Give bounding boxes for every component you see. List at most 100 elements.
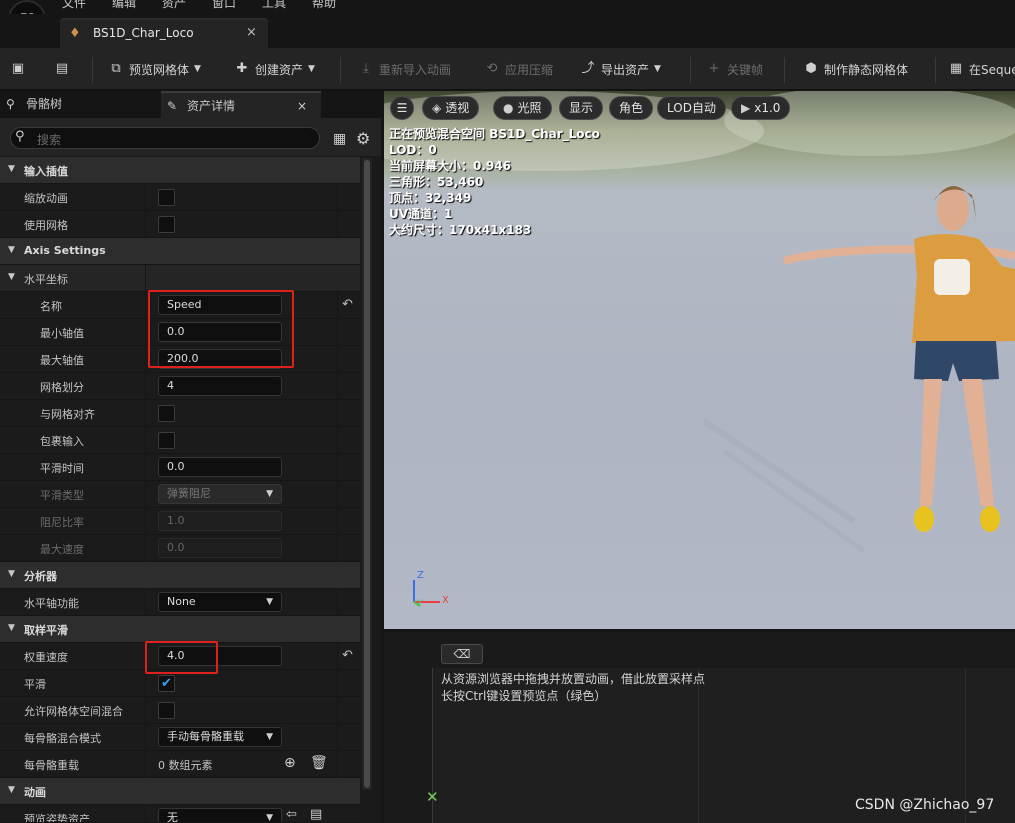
smoothing-time-input[interactable]: 0.0 (158, 457, 282, 477)
gear-icon[interactable]: ⚙ (356, 129, 370, 148)
menu-tools[interactable]: 工具 (262, 0, 286, 11)
property-row: 使用网格 (0, 211, 360, 238)
perspective-button[interactable]: ◈ 透视 (422, 96, 480, 120)
export-asset-button[interactable]: ⤴ 导出资产 ▼ (580, 58, 661, 80)
property-label: 与网格对齐 (40, 408, 95, 421)
lod-button[interactable]: LOD自动 (657, 96, 726, 120)
lighting-button[interactable]: ● 光照 (493, 96, 552, 120)
menu-file[interactable]: 文件 (62, 0, 86, 11)
back-button[interactable]: ⌫ (441, 644, 483, 664)
property-row: 平滑 ✔ (0, 670, 360, 697)
make-static-mesh-button[interactable]: ⬢ 制作静态网格体 (803, 58, 908, 80)
stat-line: UV通道：1 (389, 207, 453, 221)
add-element-icon[interactable]: ⊕ (284, 755, 296, 771)
category-input-interp[interactable]: ▼ 输入插值 (0, 157, 360, 184)
menu-window[interactable]: 窗口 (212, 0, 236, 11)
menu-help[interactable]: 帮助 (312, 0, 336, 11)
property-label: 使用网格 (24, 219, 68, 232)
reset-to-default-icon[interactable]: ↶ (342, 297, 353, 312)
static-mesh-icon: ⬢ (805, 61, 817, 76)
character-button[interactable]: 角色 (609, 96, 654, 120)
create-asset-button[interactable]: ✚ 创建资产 ▼ (234, 58, 315, 80)
reset-to-default-icon[interactable]: ↶ (342, 648, 353, 663)
property-row: 水平轴功能 None ▼ (0, 589, 360, 616)
viewport-menu-button[interactable]: ☰ (390, 96, 414, 120)
show-label: 显示 (569, 101, 594, 115)
grid-divisions-input[interactable]: 4 (158, 376, 282, 396)
create-asset-icon: ✚ (236, 61, 248, 76)
tab-asset-details[interactable]: ✎ 资产详情 × (161, 91, 321, 118)
category-sample-smoothing[interactable]: ▼ 取样平滑 (0, 616, 360, 643)
trash-icon[interactable]: 🗑 (310, 755, 328, 771)
dropdown-value: 无 (167, 811, 178, 823)
light-bulb-icon: ● (503, 101, 514, 115)
save-button[interactable]: ▣ (10, 58, 26, 80)
menu-edit[interactable]: 编辑 (112, 0, 136, 11)
chevron-down-icon: ▼ (266, 813, 273, 823)
stat-line: 顶点：32,349 (389, 191, 472, 205)
axis-z-label: Z (417, 570, 424, 581)
wrap-input-checkbox[interactable] (158, 432, 175, 449)
compress-icon: ⟲ (486, 61, 498, 76)
search-input[interactable]: ⚲ 搜索 (10, 127, 320, 149)
character-label: 角色 (619, 101, 644, 115)
damping-ratio-input[interactable]: 1.0 (158, 511, 282, 531)
max-speed-input[interactable]: 0.0 (158, 538, 282, 558)
viewport-stats: 正在预览混合空间 BS1D_Char_Loco LOD：0 当前屏幕大小：0.9… (389, 126, 600, 238)
close-tab-icon[interactable]: × (297, 93, 307, 120)
category-animation[interactable]: ▼ 动画 (0, 778, 360, 805)
property-label: 每骨骼混合模式 (24, 732, 101, 745)
table-view-icon[interactable]: ▦ (333, 131, 346, 147)
menu-asset[interactable]: 资产 (162, 0, 186, 11)
tab-skeleton-tree[interactable]: ⚲ 骨骼树 (0, 91, 158, 118)
category-axis-settings[interactable]: ▼ Axis Settings (0, 238, 360, 265)
scale-animation-checkbox[interactable] (158, 189, 175, 206)
blendspace-icon: ♦ (69, 26, 81, 41)
sample-point-icon[interactable]: ✕ (426, 788, 439, 806)
sequencer-button[interactable]: ▦ 在Seque (948, 58, 1015, 80)
search-icon: ⚲ (15, 129, 25, 144)
chevron-down-icon: ▼ (266, 489, 273, 499)
smoothing-checkbox[interactable]: ✔ (158, 675, 175, 692)
preview-mesh-label: 预览网格体 (129, 62, 190, 77)
scrollbar-thumb[interactable] (364, 160, 370, 788)
collapse-arrow-icon: ▼ (8, 623, 15, 633)
allow-mesh-space-blend-checkbox[interactable] (158, 702, 175, 719)
document-tab[interactable]: ♦ BS1D_Char_Loco × (60, 18, 268, 48)
document-tab-title: BS1D_Char_Loco (93, 26, 194, 40)
toolbar-divider (690, 57, 691, 83)
per-bone-blend-mode-dropdown[interactable]: 手动每骨骼重载 ▼ (158, 727, 282, 747)
axis-y-label: Y (417, 599, 423, 609)
chevron-down-icon: ▼ (654, 64, 661, 74)
browse-icon[interactable]: ▤ (310, 807, 322, 822)
chevron-down-icon: ▼ (194, 64, 201, 74)
browse-button[interactable]: ▤ (54, 58, 70, 80)
preview-pose-asset-dropdown[interactable]: 无 ▼ (158, 808, 282, 823)
horizontal-axis-function-dropdown[interactable]: None ▼ (158, 592, 282, 612)
property-label: 预览姿势资产 (24, 813, 90, 823)
category-analyzer[interactable]: ▼ 分析器 (0, 562, 360, 589)
close-tab-icon[interactable]: × (246, 25, 257, 40)
subcategory-horizontal-coord[interactable]: ▼ 水平坐标 (0, 265, 360, 292)
property-row: 包裹输入 (0, 427, 360, 454)
use-grid-checkbox[interactable] (158, 216, 175, 233)
apply-compression-button[interactable]: ⟲ 应用压缩 (484, 58, 553, 80)
property-label: 阻尼比率 (40, 516, 84, 529)
show-button[interactable]: 显示 (559, 96, 604, 120)
property-row: 平滑时间 0.0 (0, 454, 360, 481)
smoothing-type-dropdown[interactable]: 弹簧阻尼 ▼ (158, 484, 282, 504)
property-label: 平滑时间 (40, 462, 84, 475)
dropdown-value: 手动每骨骼重载 (167, 730, 244, 743)
tab-asset-details-label: 资产详情 (187, 99, 236, 113)
category-label: 动画 (24, 786, 46, 799)
keyframe-button[interactable]: + 关键帧 (706, 58, 763, 80)
tab-skeleton-tree-label: 骨骼树 (26, 97, 63, 111)
playback-speed-label: x1.0 (754, 101, 781, 115)
playback-speed-button[interactable]: ▶ x1.0 (731, 96, 791, 120)
search-placeholder: 搜索 (37, 133, 62, 147)
preview-mesh-button[interactable]: ⧉ 预览网格体 ▼ (108, 58, 201, 80)
reimport-button[interactable]: ⤓ 重新导入动画 (358, 58, 451, 80)
snap-to-grid-checkbox[interactable] (158, 405, 175, 422)
export-icon: ⤴ (581, 61, 595, 76)
use-selected-icon[interactable]: ⇦ (286, 807, 297, 822)
